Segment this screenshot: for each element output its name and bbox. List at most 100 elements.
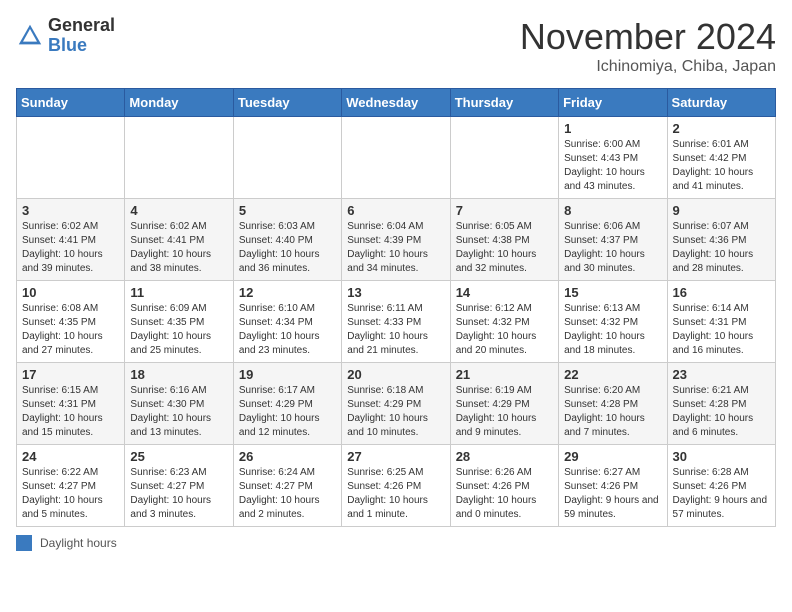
month-title: November 2024 (520, 16, 776, 58)
calendar-cell: 17Sunrise: 6:15 AM Sunset: 4:31 PM Dayli… (17, 363, 125, 445)
day-info: Sunrise: 6:22 AM Sunset: 4:27 PM Dayligh… (22, 466, 119, 522)
calendar-cell: 7Sunrise: 6:05 AM Sunset: 4:38 PM Daylig… (450, 199, 558, 281)
day-info: Sunrise: 6:06 AM Sunset: 4:37 PM Dayligh… (564, 220, 661, 276)
day-info: Sunrise: 6:04 AM Sunset: 4:39 PM Dayligh… (347, 220, 444, 276)
day-info: Sunrise: 6:09 AM Sunset: 4:35 PM Dayligh… (130, 302, 227, 358)
logo-general-text: General (48, 16, 115, 36)
weekday-header-friday: Friday (559, 89, 667, 117)
weekday-header-monday: Monday (125, 89, 233, 117)
calendar-cell: 20Sunrise: 6:18 AM Sunset: 4:29 PM Dayli… (342, 363, 450, 445)
day-info: Sunrise: 6:26 AM Sunset: 4:26 PM Dayligh… (456, 466, 553, 522)
calendar-cell: 15 Sunrise: 6:13 AM Sunset: 4:32 PM Dayli… (559, 281, 667, 363)
day-number: 5 (239, 203, 336, 218)
calendar-cell: 13 Sunrise: 6:11 AM Sunset: 4:33 PM Dayli… (342, 281, 450, 363)
calendar-cell: 10 Sunrise: 6:08 AM Sunset: 4:35 PM Dayli… (17, 281, 125, 363)
day-number: 15 (564, 285, 661, 300)
day-info: Sunrise: 6:12 AM Sunset: 4:32 PM Dayligh… (456, 302, 553, 358)
day-number: 25 (130, 449, 227, 464)
calendar-cell: 4 Sunrise: 6:02 AM Sunset: 4:41 PM Daylig… (125, 199, 233, 281)
calendar-cell: 12 Sunrise: 6:10 AM Sunset: 4:34 PM Dayli… (233, 281, 341, 363)
day-info: Sunrise: 6:07 AM Sunset: 4:36 PM Dayligh… (673, 220, 770, 276)
day-info: Sunrise: 6:21 AM Sunset: 4:28 PM Dayligh… (673, 384, 770, 440)
legend-box (16, 535, 32, 551)
day-number: 22 (564, 367, 661, 382)
day-number: 7 (456, 203, 553, 218)
calendar-cell: 18Sunrise: 6:16 AM Sunset: 4:30 PM Dayli… (125, 363, 233, 445)
calendar-cell: 8 Sunrise: 6:06 AM Sunset: 4:37 PM Daylig… (559, 199, 667, 281)
day-number: 23 (673, 367, 770, 382)
calendar-cell: 14 Sunrise: 6:12 AM Sunset: 4:32 PM Dayli… (450, 281, 558, 363)
calendar-cell: 16Sunrise: 6:14 AM Sunset: 4:31 PM Dayli… (667, 281, 775, 363)
day-number: 8 (564, 203, 661, 218)
weekday-header-wednesday: Wednesday (342, 89, 450, 117)
calendar-table: SundayMondayTuesdayWednesdayThursdayFrid… (16, 88, 776, 527)
day-number: 6 (347, 203, 444, 218)
day-info: Sunrise: 6:02 AM Sunset: 4:41 PM Dayligh… (130, 220, 227, 276)
logo: General Blue (16, 16, 115, 56)
day-number: 27 (347, 449, 444, 464)
calendar-cell (342, 117, 450, 199)
day-number: 26 (239, 449, 336, 464)
legend-label: Daylight hours (40, 536, 117, 550)
calendar-week-row: 10 Sunrise: 6:08 AM Sunset: 4:35 PM Dayli… (17, 281, 776, 363)
day-info: Sunrise: 6:28 AM Sunset: 4:26 PM Dayligh… (673, 466, 770, 522)
calendar-cell (125, 117, 233, 199)
day-number: 3 (22, 203, 119, 218)
day-info: Sunrise: 6:11 AM Sunset: 4:33 PM Dayligh… (347, 302, 444, 358)
weekday-header-saturday: Saturday (667, 89, 775, 117)
day-number: 20 (347, 367, 444, 382)
calendar-cell: 25 Sunrise: 6:23 AM Sunset: 4:27 PM Dayli… (125, 445, 233, 527)
day-info: Sunrise: 6:03 AM Sunset: 4:40 PM Dayligh… (239, 220, 336, 276)
calendar-cell: 23 Sunrise: 6:21 AM Sunset: 4:28 PM Dayli… (667, 363, 775, 445)
day-number: 28 (456, 449, 553, 464)
weekday-header-sunday: Sunday (17, 89, 125, 117)
calendar-cell: 22 Sunrise: 6:20 AM Sunset: 4:28 PM Dayli… (559, 363, 667, 445)
calendar-cell (233, 117, 341, 199)
logo-text: General Blue (48, 16, 115, 56)
day-number: 4 (130, 203, 227, 218)
calendar-week-row: 1Sunrise: 6:00 AM Sunset: 4:43 PM Daylig… (17, 117, 776, 199)
calendar-cell: 28 Sunrise: 6:26 AM Sunset: 4:26 PM Dayli… (450, 445, 558, 527)
title-block: November 2024 Ichinomiya, Chiba, Japan (520, 16, 776, 76)
calendar-cell: 6 Sunrise: 6:04 AM Sunset: 4:39 PM Daylig… (342, 199, 450, 281)
day-info: Sunrise: 6:02 AM Sunset: 4:41 PM Dayligh… (22, 220, 119, 276)
calendar-cell: 11 Sunrise: 6:09 AM Sunset: 4:35 PM Dayli… (125, 281, 233, 363)
day-number: 11 (130, 285, 227, 300)
calendar-cell: 27 Sunrise: 6:25 AM Sunset: 4:26 PM Dayli… (342, 445, 450, 527)
day-number: 18 (130, 367, 227, 382)
day-info: Sunrise: 6:19 AM Sunset: 4:29 PM Dayligh… (456, 384, 553, 440)
day-number: 9 (673, 203, 770, 218)
day-number: 21 (456, 367, 553, 382)
calendar-cell: 29Sunrise: 6:27 AM Sunset: 4:26 PM Dayli… (559, 445, 667, 527)
calendar-week-row: 3 Sunrise: 6:02 AM Sunset: 4:41 PM Daylig… (17, 199, 776, 281)
location-subtitle: Ichinomiya, Chiba, Japan (520, 58, 776, 76)
day-number: 13 (347, 285, 444, 300)
day-number: 10 (22, 285, 119, 300)
day-number: 2 (673, 121, 770, 136)
day-info: Sunrise: 6:17 AM Sunset: 4:29 PM Dayligh… (239, 384, 336, 440)
day-info: Sunrise: 6:25 AM Sunset: 4:26 PM Dayligh… (347, 466, 444, 522)
calendar-cell (450, 117, 558, 199)
day-info: Sunrise: 6:08 AM Sunset: 4:35 PM Dayligh… (22, 302, 119, 358)
calendar-cell: 30Sunrise: 6:28 AM Sunset: 4:26 PM Dayli… (667, 445, 775, 527)
calendar-cell: 9 Sunrise: 6:07 AM Sunset: 4:36 PM Daylig… (667, 199, 775, 281)
day-number: 14 (456, 285, 553, 300)
day-info: Sunrise: 6:10 AM Sunset: 4:34 PM Dayligh… (239, 302, 336, 358)
day-number: 19 (239, 367, 336, 382)
day-info: Sunrise: 6:01 AM Sunset: 4:42 PM Dayligh… (673, 138, 770, 194)
day-info: Sunrise: 6:20 AM Sunset: 4:28 PM Dayligh… (564, 384, 661, 440)
day-number: 1 (564, 121, 661, 136)
day-info: Sunrise: 6:13 AM Sunset: 4:32 PM Dayligh… (564, 302, 661, 358)
calendar-cell: 26 Sunrise: 6:24 AM Sunset: 4:27 PM Dayli… (233, 445, 341, 527)
day-info: Sunrise: 6:23 AM Sunset: 4:27 PM Dayligh… (130, 466, 227, 522)
calendar-cell (17, 117, 125, 199)
calendar-cell: 19 Sunrise: 6:17 AM Sunset: 4:29 PM Dayli… (233, 363, 341, 445)
page-header: General Blue November 2024 Ichinomiya, C… (16, 16, 776, 76)
day-info: Sunrise: 6:15 AM Sunset: 4:31 PM Dayligh… (22, 384, 119, 440)
calendar-cell: 1Sunrise: 6:00 AM Sunset: 4:43 PM Daylig… (559, 117, 667, 199)
day-number: 12 (239, 285, 336, 300)
day-info: Sunrise: 6:27 AM Sunset: 4:26 PM Dayligh… (564, 466, 661, 522)
day-info: Sunrise: 6:24 AM Sunset: 4:27 PM Dayligh… (239, 466, 336, 522)
calendar-cell: 21 Sunrise: 6:19 AM Sunset: 4:29 PM Dayli… (450, 363, 558, 445)
calendar-cell: 24Sunrise: 6:22 AM Sunset: 4:27 PM Dayli… (17, 445, 125, 527)
